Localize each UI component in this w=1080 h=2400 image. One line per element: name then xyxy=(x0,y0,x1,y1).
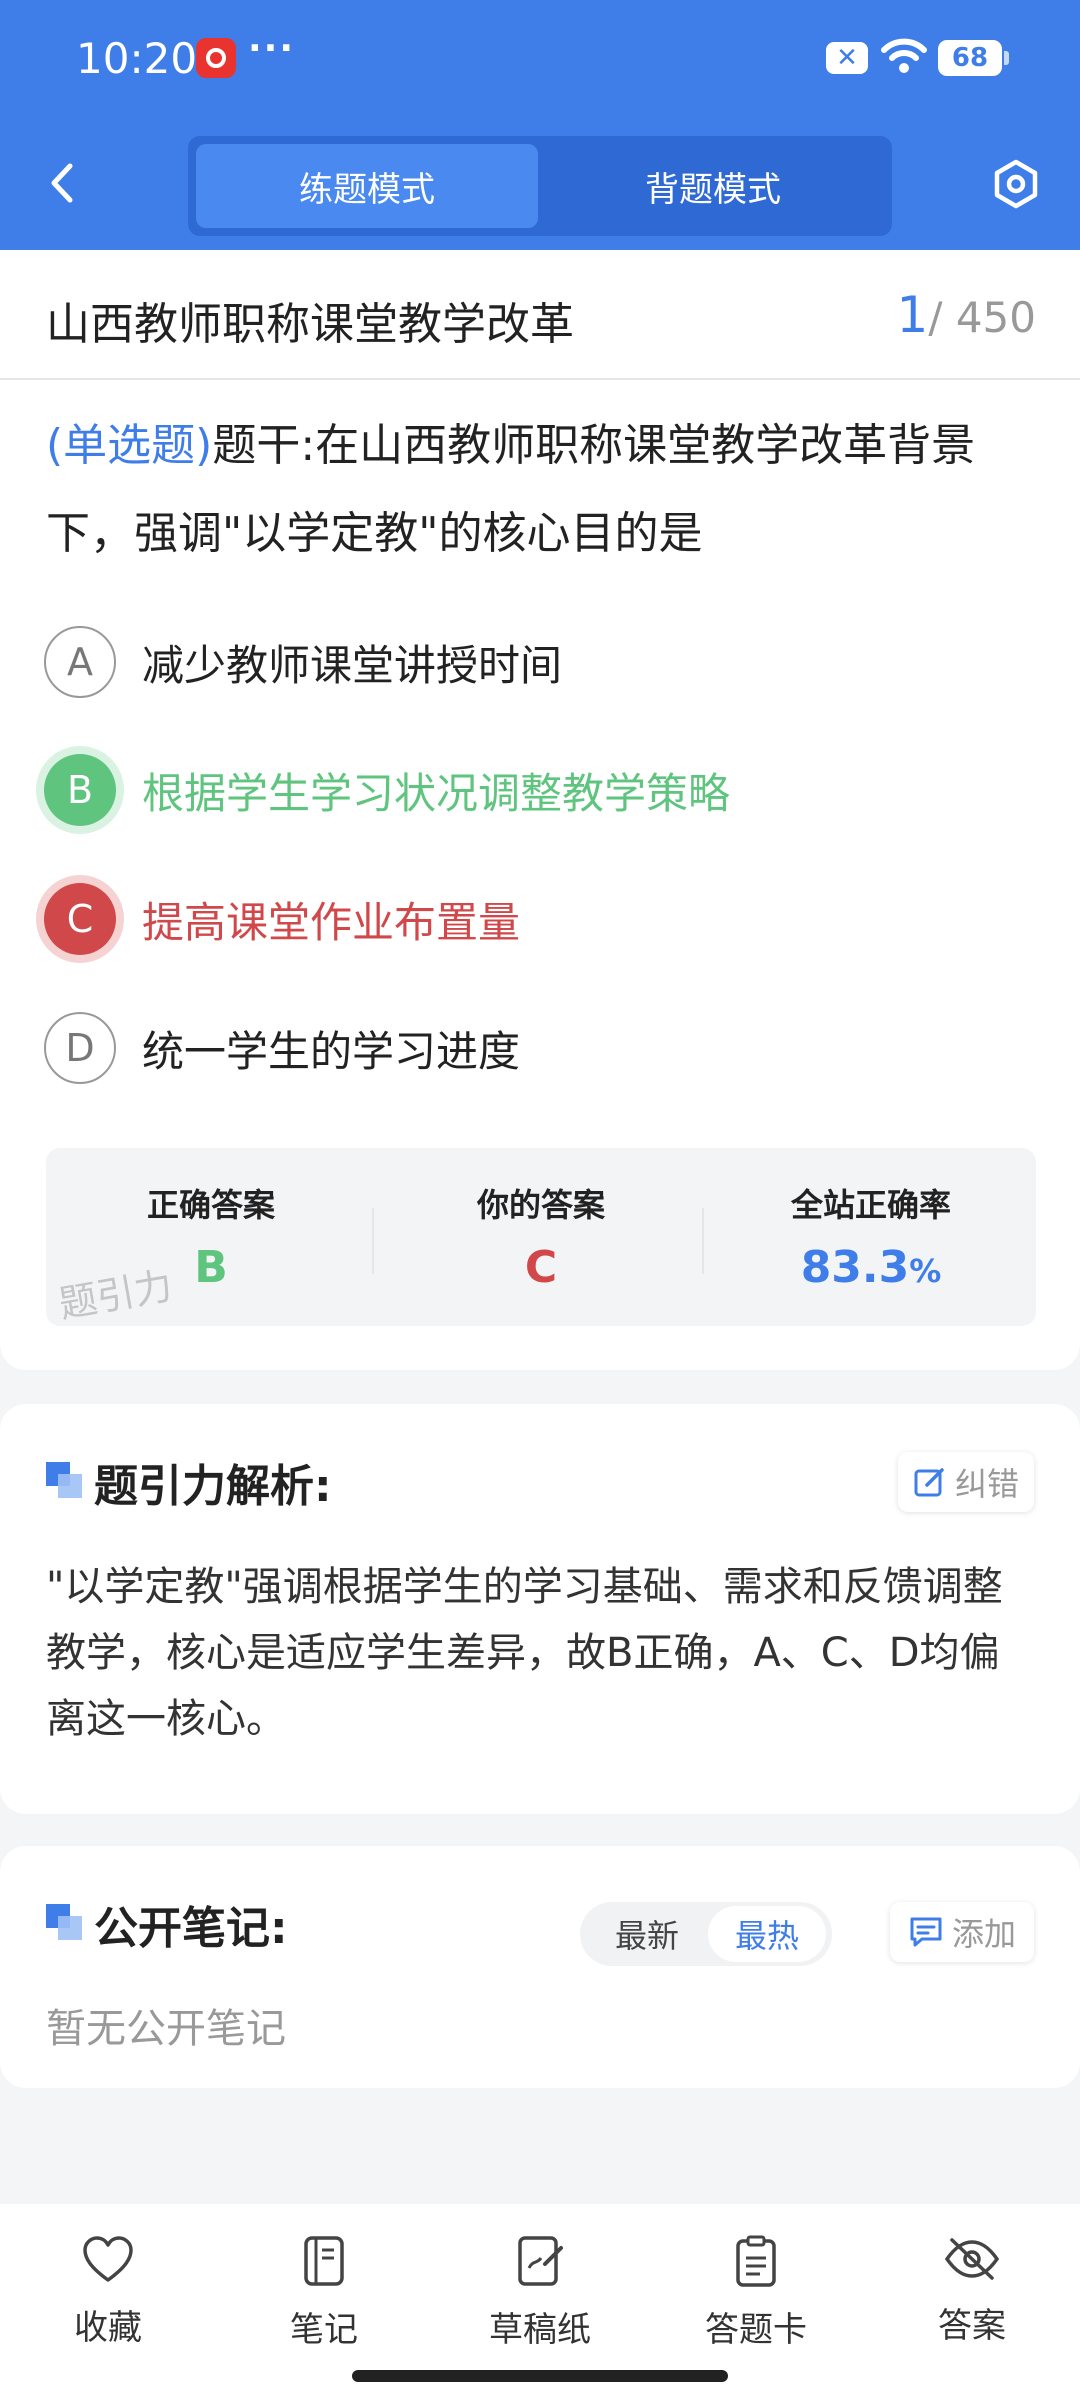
settings-icon[interactable] xyxy=(990,158,1042,210)
accuracy-label: 全站正确率 xyxy=(790,1186,951,1224)
report-error-label: 纠错 xyxy=(954,1465,1019,1503)
question-card: 山西教师职称课堂教学改革 1/ 450 (单选题)题干:在山西教师职称课堂教学改… xyxy=(0,250,1080,1370)
option-letter: D xyxy=(44,1012,116,1084)
draft-paper-icon xyxy=(518,2236,563,2286)
option-c[interactable]: C 提高课堂作业布置量 xyxy=(44,879,1034,959)
option-text: 统一学生的学习进度 xyxy=(142,1026,521,1076)
answer-sheet-icon xyxy=(736,2235,776,2287)
sort-hottest[interactable]: 最热 xyxy=(708,1906,826,1962)
progress-total: / 450 xyxy=(928,293,1036,342)
option-letter: C xyxy=(44,883,116,955)
toggle-answer-button[interactable]: 答案 xyxy=(892,2234,1052,2364)
accuracy-block: 全站正确率 83.3% xyxy=(706,1148,1036,1326)
battery-icon: 68 xyxy=(938,40,1009,76)
notes-label: 笔记 xyxy=(290,2310,358,2350)
answer-summary: 正确答案 B 你的答案 C 全站正确率 83.3% 题引力 xyxy=(46,1148,1036,1327)
tab-memorize-mode[interactable]: 背题模式 xyxy=(542,144,884,228)
subject-row: 山西教师职称课堂教学改革 1/ 450 xyxy=(0,250,1080,380)
draft-paper-label: 草稿纸 xyxy=(489,2310,591,2350)
notes-sort-toggle: 最新 最热 xyxy=(580,1902,832,1966)
your-answer-value: C xyxy=(524,1242,558,1293)
correct-answer-label: 正确答案 xyxy=(146,1186,275,1224)
home-indicator[interactable] xyxy=(352,2370,728,2382)
divider xyxy=(372,1208,374,1274)
question-progress: 1/ 450 xyxy=(897,286,1036,344)
back-arrow-icon[interactable] xyxy=(38,158,88,208)
report-error-button[interactable]: 纠错 xyxy=(898,1452,1034,1512)
progress-current: 1 xyxy=(896,286,929,344)
tab-practice-mode[interactable]: 练题模式 xyxy=(196,144,538,228)
notes-button[interactable]: 笔记 xyxy=(244,2234,404,2364)
option-letter: B xyxy=(44,754,116,826)
app-header: 10:20 ··· ✕ 68 练题模式 背题模式 xyxy=(0,0,1080,250)
empty-notes-text: 暂无公开笔记 xyxy=(46,2006,286,2052)
sort-newest[interactable]: 最新 xyxy=(588,1906,706,1962)
option-text: 减少教师课堂讲授时间 xyxy=(142,640,563,690)
analysis-text: "以学定教"强调根据学生的学习基础、需求和反馈调整教学，核心是适应学生差异，故B… xyxy=(46,1564,1003,1742)
heart-icon xyxy=(83,2236,133,2282)
option-text: 提高课堂作业布置量 xyxy=(142,897,521,947)
favorite-label: 收藏 xyxy=(74,2308,142,2348)
music-app-icon xyxy=(196,38,236,78)
accuracy-unit: % xyxy=(909,1252,942,1290)
divider xyxy=(702,1208,704,1274)
more-notifications-icon: ··· xyxy=(248,28,296,69)
subject-title: 山西教师职称课堂教学改革 xyxy=(46,299,574,350)
answer-sheet-label: 答题卡 xyxy=(705,2310,807,2350)
answer-sheet-button[interactable]: 答题卡 xyxy=(676,2234,836,2364)
section-square-icon xyxy=(46,1904,84,1942)
option-b[interactable]: B 根据学生学习状况调整教学策略 xyxy=(44,750,1034,830)
notebook-icon xyxy=(304,2236,344,2286)
comment-icon xyxy=(910,1917,942,1947)
option-d[interactable]: D 统一学生的学习进度 xyxy=(44,1008,1034,1088)
status-time: 10:20 xyxy=(76,34,198,83)
your-answer-block: 你的答案 C xyxy=(376,1148,706,1326)
sim-off-icon: ✕ xyxy=(826,42,868,74)
option-a[interactable]: A 减少教师课堂讲授时间 xyxy=(44,622,1034,702)
section-square-icon xyxy=(46,1462,84,1500)
wifi-icon xyxy=(881,38,927,73)
add-note-button[interactable]: 添加 xyxy=(890,1902,1034,1962)
accuracy-number: 83.3 xyxy=(800,1242,910,1293)
edit-icon xyxy=(914,1468,944,1497)
mode-switch: 练题模式 背题模式 xyxy=(188,136,892,236)
notes-title: 公开笔记: xyxy=(94,1903,288,1954)
favorite-button[interactable]: 收藏 xyxy=(28,2234,188,2364)
draft-paper-button[interactable]: 草稿纸 xyxy=(460,2234,620,2364)
option-text: 根据学生学习状况调整教学策略 xyxy=(142,768,731,818)
your-answer-label: 你的答案 xyxy=(476,1186,605,1224)
option-letter: A xyxy=(44,626,116,698)
add-note-label: 添加 xyxy=(951,1915,1016,1953)
question-type: (单选题) xyxy=(46,420,213,471)
eye-off-icon xyxy=(944,2238,1000,2280)
status-bar: 10:20 ··· ✕ 68 xyxy=(0,0,1080,120)
question-stem: (单选题)题干:在山西教师职称课堂教学改革背景下，强调"以学定教"的核心目的是 xyxy=(46,402,1040,578)
toggle-answer-label: 答案 xyxy=(938,2306,1006,2346)
analysis-title: 题引力解析: xyxy=(94,1461,332,1512)
accuracy-value: 83.3% xyxy=(706,1242,1036,1293)
analysis-card: 题引力解析: 纠错 "以学定教"强调根据学生的学习基础、需求和反馈调整教学，核心… xyxy=(0,1404,1080,1814)
public-notes-card: 公开笔记: 最新 最热 添加 暂无公开笔记 xyxy=(0,1846,1080,2088)
